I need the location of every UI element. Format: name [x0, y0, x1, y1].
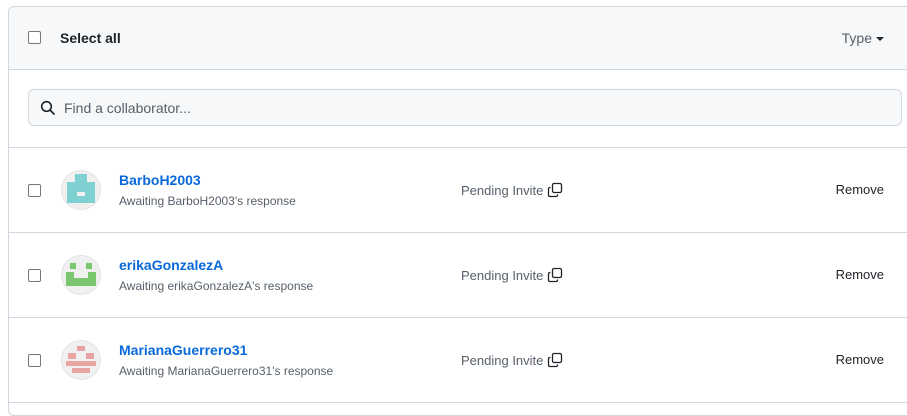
identicon-pink-icon [62, 341, 100, 379]
search-input[interactable] [62, 91, 901, 124]
type-filter-dropdown[interactable]: Type [842, 30, 884, 46]
avatar[interactable] [61, 255, 101, 295]
remove-button[interactable]: Remove [836, 267, 884, 282]
type-filter-label: Type [841, 30, 872, 46]
caret-down-icon [876, 37, 884, 41]
copy-icon[interactable] [547, 352, 563, 368]
identicon-green-icon [62, 256, 100, 294]
identicon-teal-icon [62, 171, 100, 209]
avatar[interactable] [61, 340, 101, 380]
remove-button[interactable]: Remove [836, 182, 884, 197]
copy-icon[interactable] [547, 267, 563, 283]
pending-invite-label: Pending Invite [461, 267, 544, 283]
row-checkbox[interactable] [28, 269, 41, 282]
copy-icon[interactable] [547, 182, 563, 198]
collaborator-row: erikaGonzalezA Awaiting erikaGonzalezA's… [9, 233, 907, 318]
list-header: Select all Type [9, 7, 907, 70]
collaborator-login[interactable]: MarianaGuerrero31 [119, 342, 247, 358]
collaborator-login[interactable]: BarboH2003 [119, 172, 201, 188]
select-all-label[interactable]: Select all [60, 30, 121, 46]
collaborators-panel: Select all Type Find a collaborator... B… [8, 6, 907, 416]
row-checkbox[interactable] [28, 354, 41, 367]
pending-invite: Pending Invite [461, 267, 563, 283]
collaborator-status: Awaiting MarianaGuerrero31's response [119, 364, 334, 378]
pending-invite-label: Pending Invite [461, 182, 544, 198]
search-icon [40, 100, 56, 116]
select-all-checkbox[interactable] [28, 31, 41, 44]
collaborator-login[interactable]: erikaGonzalezA [119, 257, 223, 273]
collaborator-row: BarboH2003 Awaiting BarboH2003's respons… [9, 148, 907, 233]
row-checkbox[interactable] [28, 184, 41, 197]
remove-button[interactable]: Remove [836, 352, 884, 367]
search-section [9, 70, 907, 148]
collaborator-row: MarianaGuerrero31 Awaiting MarianaGuerre… [9, 318, 907, 403]
collaborator-status: Awaiting erikaGonzalezA's response [119, 279, 314, 293]
pending-invite: Pending Invite [461, 352, 563, 368]
avatar[interactable] [61, 170, 101, 210]
collaborator-status: Awaiting BarboH2003's response [119, 194, 296, 208]
pending-invite-label: Pending Invite [461, 352, 544, 368]
search-box[interactable] [28, 89, 902, 126]
pending-invite: Pending Invite [461, 182, 563, 198]
